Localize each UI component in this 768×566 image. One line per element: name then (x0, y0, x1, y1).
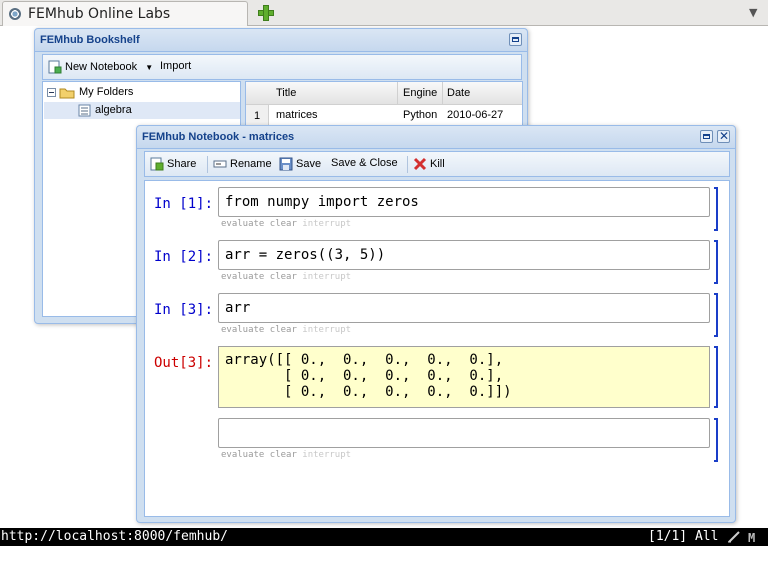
row-number: 1 (246, 105, 269, 125)
status-url: http://localhost:8000/femhub/ (1, 529, 228, 544)
notebook-leaf-icon (78, 104, 91, 117)
share-button[interactable]: Share (150, 157, 196, 173)
input-cell: In [1]: from numpy import zeros evaluate… (145, 187, 729, 233)
browser-tab-bar: FEMhub Online Labs ▼ (0, 0, 768, 26)
save-button[interactable]: Save (279, 157, 321, 173)
new-notebook-button[interactable]: New Notebook ▼ (48, 60, 153, 76)
interrupt-link[interactable]: interrupt (302, 272, 351, 282)
cell-prompt: In [1]: (154, 196, 214, 212)
cell-bracket[interactable] (714, 346, 718, 408)
save-label: Save (296, 157, 322, 170)
close-icon[interactable]: ✕ (717, 129, 730, 143)
tree-root-label: My Folders (79, 86, 134, 98)
share-icon (150, 157, 164, 171)
notebook-window: FEMhub Notebook - matrices ✕ Share Renam… (136, 125, 736, 523)
folder-open-icon (59, 88, 75, 99)
mail-icon[interactable]: M (748, 531, 764, 545)
code-input[interactable]: arr (218, 293, 710, 323)
clear-link[interactable]: clear (270, 272, 297, 282)
import-button[interactable]: Import (160, 60, 191, 76)
tree-child-label: algebra (95, 104, 132, 116)
kill-button[interactable]: Kill (413, 157, 445, 173)
output-text: array([[ 0., 0., 0., 0., 0.], [ 0., 0., … (218, 346, 710, 408)
output-prompt: Out[3]: (154, 355, 214, 371)
cell-bracket[interactable] (714, 293, 718, 337)
cell-actions: evaluate clear interrupt (221, 219, 351, 229)
femhub-favicon-icon (9, 8, 21, 20)
cell-date: 2010-06-27 (447, 109, 504, 121)
rename-button[interactable]: Rename (213, 157, 272, 173)
status-bar: http://localhost:8000/femhub/ [1/1] All … (0, 528, 768, 546)
cell-title: matrices (276, 109, 318, 121)
notebook-toolbar: Share Rename Save Save & Close Kill (144, 151, 730, 177)
browser-tab[interactable]: FEMhub Online Labs (2, 1, 248, 26)
kill-x-icon (413, 157, 427, 171)
code-input[interactable]: from numpy import zeros (218, 187, 710, 217)
column-title-header[interactable]: Title (276, 87, 296, 99)
table-row[interactable]: 1 matrices Python 2010-06-27 (246, 105, 522, 126)
pen-icon[interactable] (727, 531, 741, 543)
cell-actions: evaluate clear interrupt (221, 325, 351, 335)
kill-label: Kill (430, 157, 445, 170)
status-position: [1/1] All (648, 529, 719, 544)
interrupt-link[interactable]: interrupt (302, 450, 351, 460)
cell-bracket[interactable] (714, 240, 718, 284)
input-cell: In [3]: arr evaluate clear interrupt (145, 293, 729, 339)
new-notebook-label: New Notebook (65, 60, 138, 73)
new-tab-plus-icon[interactable] (256, 3, 276, 23)
cell-prompt: In [2]: (154, 249, 214, 265)
browser-tab-title: FEMhub Online Labs (28, 6, 171, 22)
column-date-header[interactable]: Date (447, 87, 470, 99)
cell-actions: evaluate clear interrupt (221, 272, 351, 282)
rename-label: Rename (230, 157, 272, 170)
bookshelf-window-header[interactable]: FEMhub Bookshelf (35, 29, 527, 52)
maximize-icon[interactable] (509, 33, 522, 46)
bookshelf-window-title: FEMhub Bookshelf (40, 34, 140, 46)
input-cell: evaluate clear interrupt (145, 418, 729, 464)
grid-header: Title Engine Date (246, 82, 522, 105)
share-label: Share (167, 157, 197, 170)
maximize-icon[interactable] (700, 130, 713, 143)
interrupt-link[interactable]: interrupt (302, 325, 351, 335)
notebook-cells-area: In [1]: from numpy import zeros evaluate… (144, 180, 730, 517)
bookshelf-toolbar: New Notebook ▼ Import (42, 54, 522, 80)
notebook-window-title: FEMhub Notebook - matrices (142, 131, 295, 143)
clear-link[interactable]: clear (270, 219, 297, 229)
clear-link[interactable]: clear (270, 450, 297, 460)
cell-bracket[interactable] (714, 187, 718, 231)
output-cell: Out[3]: array([[ 0., 0., 0., 0., 0.], [ … (145, 346, 729, 410)
dropdown-arrow-icon[interactable]: ▼ (145, 63, 153, 72)
interrupt-link[interactable]: interrupt (302, 219, 351, 229)
save-close-button[interactable]: Save & Close (331, 157, 398, 173)
collapse-icon[interactable] (47, 88, 56, 97)
clear-link[interactable]: clear (270, 325, 297, 335)
new-notebook-icon (48, 60, 62, 74)
evaluate-link[interactable]: evaluate (221, 450, 264, 460)
page-content: FEMhub Bookshelf New Notebook ▼ Import M… (0, 27, 768, 528)
cell-actions: evaluate clear interrupt (221, 450, 351, 460)
cell-bracket[interactable] (714, 418, 718, 462)
notebook-window-header[interactable]: FEMhub Notebook - matrices ✕ (137, 126, 735, 149)
column-engine-header[interactable]: Engine (403, 87, 437, 99)
tree-item-algebra[interactable]: algebra (44, 102, 240, 119)
evaluate-link[interactable]: evaluate (221, 219, 264, 229)
cell-prompt: In [3]: (154, 302, 214, 318)
tree-item-my-folders[interactable]: My Folders (45, 85, 240, 101)
evaluate-link[interactable]: evaluate (221, 272, 264, 282)
rename-icon (213, 160, 227, 168)
evaluate-link[interactable]: evaluate (221, 325, 264, 335)
save-icon (279, 157, 293, 171)
cell-engine: Python (403, 109, 438, 121)
chevron-down-icon[interactable]: ▼ (749, 6, 757, 19)
input-cell: In [2]: arr = zeros((3, 5)) evaluate cle… (145, 240, 729, 286)
code-input[interactable] (218, 418, 710, 448)
code-input[interactable]: arr = zeros((3, 5)) (218, 240, 710, 270)
